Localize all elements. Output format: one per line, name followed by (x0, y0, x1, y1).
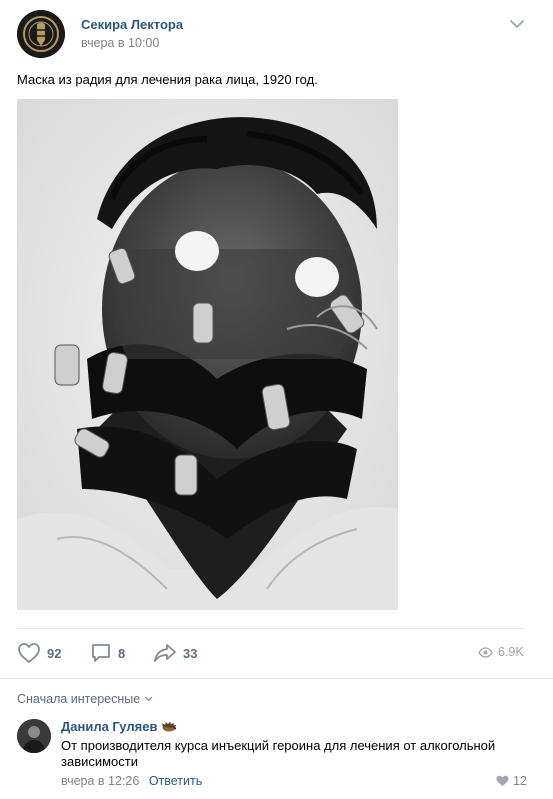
like-button[interactable]: 92 (17, 642, 61, 664)
hedgehog-icon (162, 721, 177, 732)
share-icon (154, 644, 176, 662)
post-text: Маска из радия для лечения рака лица, 19… (17, 72, 318, 87)
comment-count: 8 (118, 645, 126, 661)
heart-icon (496, 775, 509, 786)
comment-avatar[interactable] (17, 719, 51, 753)
post-photo[interactable] (17, 99, 398, 610)
comment-like-count: 12 (513, 774, 527, 788)
share-button[interactable]: 33 (153, 642, 197, 664)
group-avatar[interactable] (17, 10, 65, 58)
comment-like-button[interactable]: 12 (496, 774, 527, 788)
avatar (17, 719, 51, 753)
comment-author[interactable]: Данила Гуляев (61, 719, 157, 734)
chevron-down-icon (144, 696, 153, 702)
comment-time[interactable]: вчера в 12:26 (61, 774, 139, 788)
post-author[interactable]: Секира Лектора (81, 17, 183, 32)
share-count: 33 (183, 645, 198, 661)
photo-radium-mask (17, 99, 398, 610)
reply-button[interactable]: Ответить (149, 774, 202, 788)
group-logo-icon (17, 10, 65, 58)
heart-icon (18, 643, 40, 663)
views-counter: 6.9K (478, 645, 524, 659)
comment-button[interactable]: 8 (90, 642, 125, 664)
views-count: 6.9K (498, 645, 524, 659)
divider (17, 628, 525, 629)
eye-icon (478, 646, 493, 658)
like-count: 92 (47, 645, 62, 661)
comment-text: От производителя курса инъекций героина … (61, 738, 496, 769)
comment-icon (92, 644, 110, 662)
divider (0, 678, 553, 679)
comments-sort-label: Сначала интересные (17, 692, 141, 706)
chevron-down-icon[interactable] (508, 18, 526, 30)
comment-meta: вчера в 12:26 Ответить (61, 774, 202, 788)
post-time[interactable]: вчера в 10:00 (81, 36, 159, 50)
comment-author-row: Данила Гуляев (61, 719, 177, 734)
comments-sort-dropdown[interactable]: Сначала интересные (17, 692, 153, 706)
